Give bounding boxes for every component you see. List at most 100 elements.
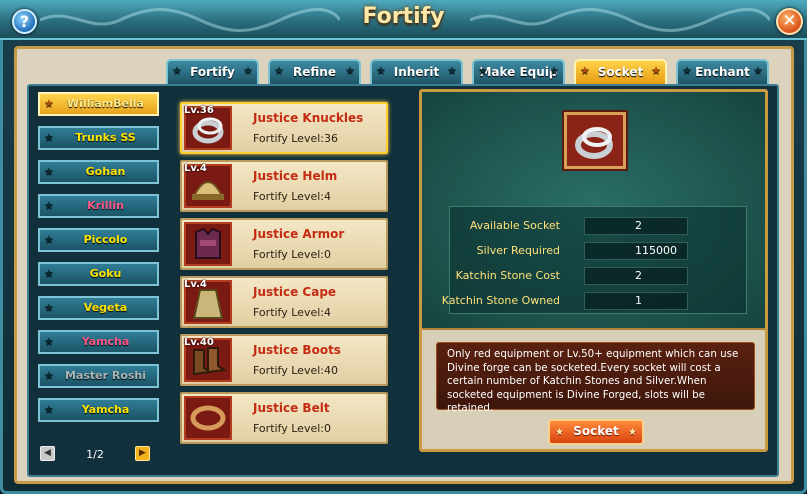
star-icon: ★ [753, 64, 763, 77]
star-icon: ★ [44, 199, 54, 212]
fortify-level: Fortify Level:40 [253, 364, 338, 377]
character-name: Krillin [87, 199, 124, 212]
equipment-item[interactable]: Lv.36 Justice Knuckles Fortify Level:36 [180, 102, 388, 154]
knuckles-icon [562, 110, 628, 171]
tab-label: Inherit [393, 65, 440, 79]
page-indicator: 1/2 [86, 448, 104, 461]
socket-stats: Available Socket 2 Silver Required 11500… [442, 206, 747, 314]
star-icon: ★ [447, 64, 457, 77]
equipment-name: Justice Knuckles [253, 111, 364, 125]
character-item[interactable]: ★ Yamcha [38, 398, 159, 422]
equipment-level: Lv.36 [184, 105, 214, 116]
star-icon: ★ [44, 301, 54, 314]
star-icon: ★ [172, 64, 182, 77]
equipment-item[interactable]: Justice Armor Fortify Level:0 [180, 218, 388, 270]
character-item[interactable]: ★ Master Roshi [38, 364, 159, 388]
equipment-name: Justice Cape [253, 285, 337, 299]
equipment-level: Lv.4 [184, 279, 207, 290]
equipment-level: Lv.4 [184, 163, 207, 174]
tab-label: Fortify [190, 65, 235, 79]
equipment-level: Lv.40 [184, 337, 214, 348]
character-item[interactable]: ★ Vegeta [38, 296, 159, 320]
title-bar: Fortify [0, 0, 807, 40]
tab-make-equip[interactable]: ★ Make Equip ★ [472, 59, 565, 84]
equipment-name: Justice Belt [253, 401, 330, 415]
star-icon: ★ [682, 64, 692, 77]
character-name: Yamcha [81, 403, 130, 416]
star-icon: ★ [44, 97, 54, 110]
socket-button[interactable]: ★ Socket ★ [548, 419, 644, 445]
equipment-name: Justice Helm [253, 169, 338, 183]
star-icon: ★ [628, 427, 637, 438]
tab-inherit[interactable]: ★ Inherit ★ [370, 59, 463, 84]
help-button[interactable]: ? [12, 9, 37, 34]
character-item[interactable]: ★ Gohan [38, 160, 159, 184]
tab-fortify[interactable]: ★ Fortify ★ [166, 59, 259, 84]
stat-value: 115000 [584, 242, 688, 260]
equipment-item[interactable]: Lv.4 Justice Helm Fortify Level:4 [180, 160, 388, 212]
stat-label: Katchin Stone Cost [455, 269, 560, 282]
tab-label: Enchant [695, 65, 750, 79]
character-name: Gohan [85, 165, 126, 178]
equipment-item[interactable]: Justice Belt Fortify Level:0 [180, 392, 388, 444]
arrow-right-icon[interactable]: ▶ [135, 446, 150, 461]
character-item[interactable]: ★ WilliamBella [38, 92, 159, 116]
character-name: Piccolo [83, 233, 128, 246]
arrow-left-icon[interactable]: ◀ [40, 446, 55, 461]
character-item[interactable]: ★ Krillin [38, 194, 159, 218]
star-icon: ★ [44, 165, 54, 178]
character-name: Master Roshi [64, 369, 147, 382]
armor-icon [184, 222, 232, 266]
fortify-level: Fortify Level:4 [253, 190, 331, 203]
tab-enchant[interactable]: ★ Enchant ★ [676, 59, 769, 84]
socket-note: Only red equipment or Lv.50+ equipment w… [436, 342, 755, 414]
star-icon: ★ [44, 335, 54, 348]
character-name: Goku [89, 267, 122, 280]
star-icon: ★ [651, 64, 661, 77]
star-icon: ★ [376, 64, 386, 77]
tab-refine[interactable]: ★ Refine ★ [268, 59, 361, 84]
window-title: Fortify [362, 4, 445, 29]
star-icon: ★ [243, 64, 253, 77]
socket-preview-area: Available Socket 2 Silver Required 11500… [422, 92, 765, 330]
stat-label: Available Socket [469, 219, 560, 232]
star-icon: ★ [44, 233, 54, 246]
character-name: Trunks SS [75, 131, 136, 144]
character-item[interactable]: ★ Goku [38, 262, 159, 286]
fortify-level: Fortify Level:36 [253, 132, 338, 145]
equipment-name: Justice Armor [253, 227, 345, 241]
star-icon: ★ [345, 64, 355, 77]
character-item[interactable]: ★ Yamcha [38, 330, 159, 354]
stat-label: Katchin Stone Owned [441, 294, 560, 307]
star-icon: ★ [274, 64, 284, 77]
close-button[interactable]: ✕ [776, 8, 803, 35]
star-icon: ★ [44, 369, 54, 382]
character-item[interactable]: ★ Trunks SS [38, 126, 159, 150]
tab-label: Refine [293, 65, 336, 79]
star-icon: ★ [44, 131, 54, 144]
stat-value: 1 [584, 292, 688, 310]
character-name: WilliamBella [67, 97, 144, 110]
star-icon: ★ [478, 64, 488, 77]
fortify-level: Fortify Level:0 [253, 422, 331, 435]
equipment-name: Justice Boots [253, 343, 341, 357]
equipment-item[interactable]: Lv.4 Justice Cape Fortify Level:4 [180, 276, 388, 328]
star-icon: ★ [44, 403, 54, 416]
character-item[interactable]: ★ Piccolo [38, 228, 159, 252]
belt-icon [184, 396, 232, 440]
star-icon: ★ [44, 267, 54, 280]
tab-label: Socket [597, 65, 644, 79]
stat-label: Silver Required [476, 244, 560, 257]
socket-button-label: Socket [573, 424, 619, 438]
fortify-level: Fortify Level:4 [253, 306, 331, 319]
star-icon: ★ [555, 427, 564, 438]
stat-value: 2 [584, 217, 688, 235]
stat-value: 2 [584, 267, 688, 285]
star-icon: ★ [549, 64, 559, 77]
character-name: Vegeta [83, 301, 128, 314]
star-icon: ★ [580, 64, 590, 77]
equipment-item[interactable]: Lv.40 Justice Boots Fortify Level:40 [180, 334, 388, 386]
tab-socket[interactable]: ★ Socket ★ [574, 59, 667, 84]
socket-detail-panel: Available Socket 2 Silver Required 11500… [419, 89, 768, 452]
fortify-level: Fortify Level:0 [253, 248, 331, 261]
